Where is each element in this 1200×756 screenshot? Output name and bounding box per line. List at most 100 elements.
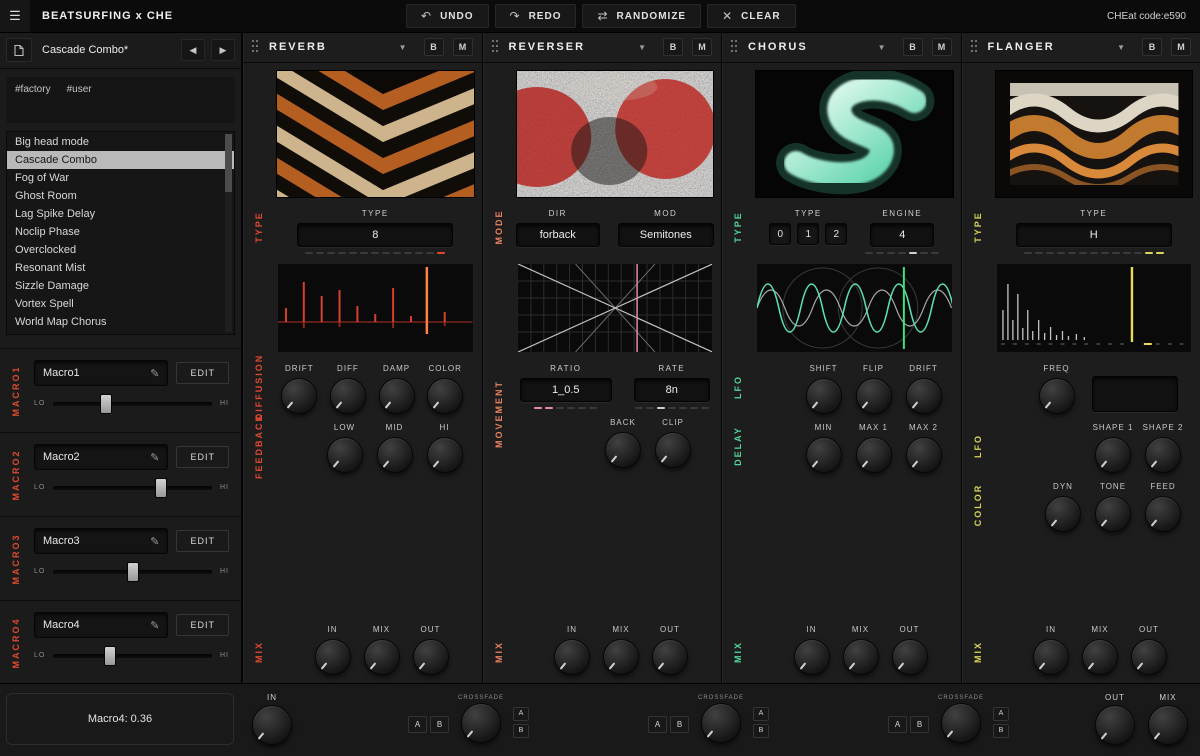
drag-handle-icon[interactable] bbox=[971, 40, 978, 54]
knob-dial[interactable] bbox=[379, 378, 415, 414]
knob-dial[interactable] bbox=[1095, 496, 1131, 532]
macro1-name-field[interactable]: Macro1✎ bbox=[34, 360, 168, 386]
reverb-color-knob[interactable]: COLOR bbox=[423, 364, 468, 414]
reverb-drift-knob[interactable]: DRIFT bbox=[277, 364, 322, 414]
chorus-drift-knob[interactable]: DRIFT bbox=[901, 364, 947, 414]
knob-dial[interactable] bbox=[1045, 496, 1081, 532]
chorus-in-knob[interactable]: IN bbox=[789, 625, 835, 675]
reverser-mix-knob[interactable]: MIX bbox=[598, 625, 644, 675]
reverb-m-button[interactable]: M bbox=[453, 38, 473, 56]
menu-icon[interactable]: ☰ bbox=[0, 0, 30, 32]
edit-pencil-icon[interactable]: ✎ bbox=[150, 367, 159, 380]
knob-dial[interactable] bbox=[315, 639, 351, 675]
reverb-type-slider[interactable]: 8 bbox=[297, 223, 453, 247]
file-icon[interactable] bbox=[6, 38, 32, 62]
macro3-edit-button[interactable]: EDIT bbox=[176, 530, 229, 552]
knob-dial[interactable] bbox=[1145, 496, 1181, 532]
preset-item[interactable]: Ghost Room bbox=[7, 187, 234, 205]
preset-item[interactable]: Resonant Mist bbox=[7, 259, 234, 277]
flanger-shape2-knob[interactable]: SHAPE 2 bbox=[1140, 423, 1186, 473]
drag-handle-icon[interactable] bbox=[252, 40, 259, 54]
reverb-b-button[interactable]: B bbox=[424, 38, 444, 56]
preset-item[interactable]: Big head mode bbox=[7, 133, 234, 151]
reverb-low-knob[interactable]: LOW bbox=[322, 423, 368, 473]
crossfade1-b-button[interactable]: B bbox=[430, 716, 449, 733]
global-in-knob[interactable] bbox=[252, 705, 292, 745]
knob-dial[interactable] bbox=[806, 378, 842, 414]
knob-dial[interactable] bbox=[1131, 639, 1167, 675]
knob-dial[interactable] bbox=[1033, 639, 1069, 675]
edit-pencil-icon[interactable]: ✎ bbox=[150, 535, 159, 548]
preset-list-scrollbar[interactable] bbox=[225, 134, 232, 332]
tag-factory[interactable]: #factory bbox=[15, 84, 51, 95]
tag-user[interactable]: #user bbox=[67, 84, 92, 95]
knob-dial[interactable] bbox=[806, 437, 842, 473]
macro3-slider-handle[interactable] bbox=[127, 562, 139, 582]
reverser-out-knob[interactable]: OUT bbox=[647, 625, 693, 675]
reverser-m-button[interactable]: M bbox=[692, 38, 712, 56]
macro2-slider-handle[interactable] bbox=[155, 478, 167, 498]
crossfade3-a-toggle[interactable]: A bbox=[993, 707, 1009, 721]
reverb-mix-knob[interactable]: MIX bbox=[359, 625, 405, 675]
undo-button[interactable]: ↶UNDO bbox=[406, 4, 489, 28]
knob-dial[interactable] bbox=[427, 437, 463, 473]
global-mix-knob[interactable] bbox=[1148, 705, 1188, 745]
macro1-slider[interactable] bbox=[53, 402, 212, 406]
knob-dial[interactable] bbox=[906, 437, 942, 473]
knob-dial[interactable] bbox=[856, 378, 892, 414]
chorus-max1-knob[interactable]: MAX 1 bbox=[851, 423, 897, 473]
crossfade1-knob[interactable] bbox=[461, 703, 501, 743]
preset-item[interactable]: Sizzle Damage bbox=[7, 277, 234, 295]
knob-dial[interactable] bbox=[377, 437, 413, 473]
chorus-mix-knob[interactable]: MIX bbox=[838, 625, 884, 675]
knob-dial[interactable] bbox=[413, 639, 449, 675]
chorus-type-2-button[interactable]: 2 bbox=[825, 223, 847, 245]
edit-pencil-icon[interactable]: ✎ bbox=[150, 619, 159, 632]
crossfade2-b-button[interactable]: B bbox=[670, 716, 689, 733]
reverb-hi-knob[interactable]: HI bbox=[422, 423, 468, 473]
reverser-dir-selector[interactable]: forback bbox=[516, 223, 600, 247]
knob-dial[interactable] bbox=[281, 378, 317, 414]
reverb-damp-knob[interactable]: DAMP bbox=[374, 364, 419, 414]
knob-dial[interactable] bbox=[1082, 639, 1118, 675]
chevron-down-icon[interactable]: ▼ bbox=[870, 43, 894, 52]
macro2-name-field[interactable]: Macro2✎ bbox=[34, 444, 168, 470]
chorus-shift-knob[interactable]: SHIFT bbox=[801, 364, 847, 414]
macro2-slider[interactable] bbox=[53, 486, 212, 490]
drag-handle-icon[interactable] bbox=[492, 40, 499, 54]
preset-item[interactable]: Overclocked bbox=[7, 241, 234, 259]
macro2-edit-button[interactable]: EDIT bbox=[176, 446, 229, 468]
knob-dial[interactable] bbox=[603, 639, 639, 675]
chorus-b-button[interactable]: B bbox=[903, 38, 923, 56]
clear-button[interactable]: ✕CLEAR bbox=[707, 4, 796, 28]
flanger-freq-knob[interactable]: FREQ bbox=[1034, 364, 1080, 414]
knob-dial[interactable] bbox=[364, 639, 400, 675]
chevron-down-icon[interactable]: ▼ bbox=[630, 43, 654, 52]
chorus-m-button[interactable]: M bbox=[932, 38, 952, 56]
knob-dial[interactable] bbox=[1145, 437, 1181, 473]
flanger-feed-knob[interactable]: FEED bbox=[1140, 482, 1186, 532]
knob-dial[interactable] bbox=[652, 639, 688, 675]
reverb-mid-knob[interactable]: MID bbox=[372, 423, 418, 473]
chevron-down-icon[interactable]: ▼ bbox=[391, 43, 415, 52]
reverser-b-button[interactable]: B bbox=[663, 38, 683, 56]
macro1-slider-handle[interactable] bbox=[100, 394, 112, 414]
knob-dial[interactable] bbox=[554, 639, 590, 675]
macro3-name-field[interactable]: Macro3✎ bbox=[34, 528, 168, 554]
chorus-engine-selector[interactable]: 4 bbox=[870, 223, 934, 247]
macro4-slider-handle[interactable] bbox=[104, 646, 116, 666]
reverser-clip-knob[interactable]: CLIP bbox=[650, 418, 696, 468]
crossfade2-knob[interactable] bbox=[701, 703, 741, 743]
knob-dial[interactable] bbox=[655, 432, 691, 468]
crossfade1-b-toggle[interactable]: B bbox=[513, 724, 529, 738]
flanger-in-knob[interactable]: IN bbox=[1028, 625, 1074, 675]
preset-item[interactable]: Fog of War bbox=[7, 169, 234, 187]
flanger-out-knob[interactable]: OUT bbox=[1126, 625, 1172, 675]
crossfade2-b-toggle[interactable]: B bbox=[753, 724, 769, 738]
knob-dial[interactable] bbox=[856, 437, 892, 473]
chorus-type-1-button[interactable]: 1 bbox=[797, 223, 819, 245]
reverser-back-knob[interactable]: BACK bbox=[600, 418, 646, 468]
reverb-diff-knob[interactable]: DIFF bbox=[326, 364, 371, 414]
edit-pencil-icon[interactable]: ✎ bbox=[150, 451, 159, 464]
knob-dial[interactable] bbox=[794, 639, 830, 675]
